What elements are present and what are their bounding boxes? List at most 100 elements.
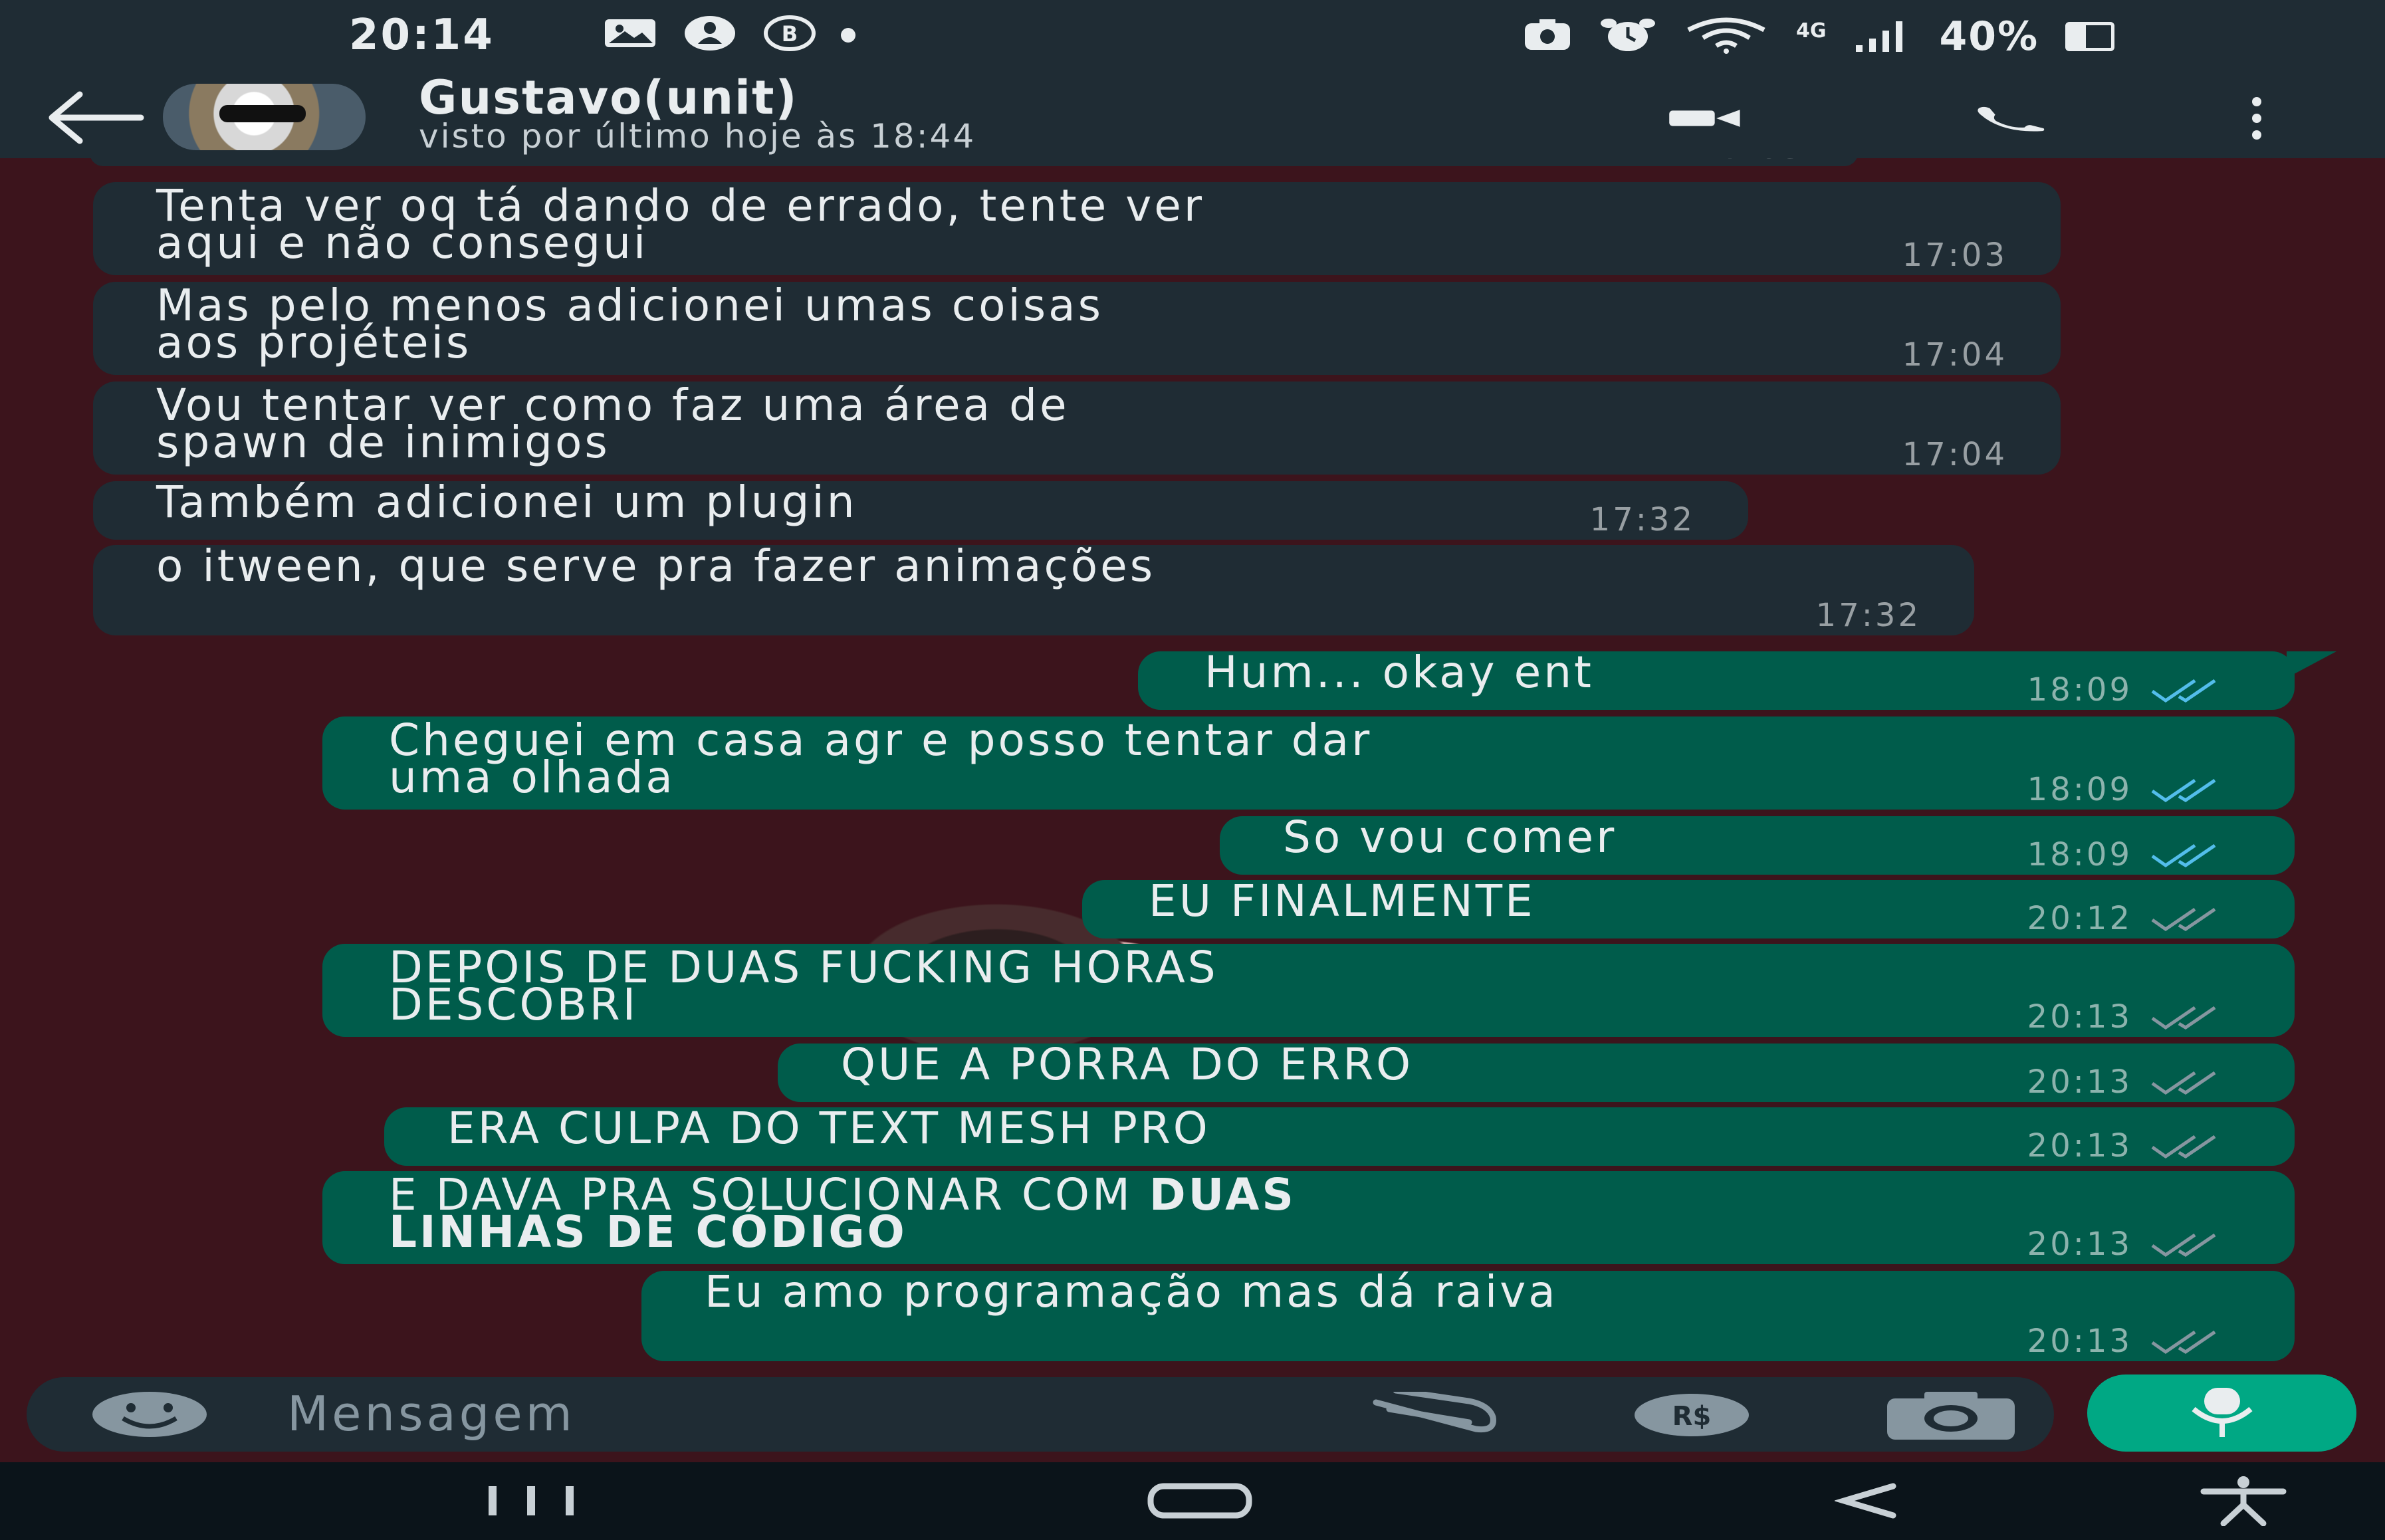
read-ticks-icon: [2151, 778, 2216, 803]
message-text: QUE A PORRA DO ERRO: [841, 1039, 1414, 1090]
message-input[interactable]: [286, 1386, 1286, 1441]
chat-messages-area[interactable]: 17:03 Tenta ver oq tá dando de errado, t…: [0, 158, 2385, 1375]
alarm-icon: [1599, 17, 1656, 56]
message-bubble-outgoing[interactable]: So vou comer 18:09: [1220, 816, 2295, 875]
delivered-ticks-icon: [2151, 1006, 2216, 1030]
message-bubble-incoming[interactable]: Vou tentar ver como faz uma área de spaw…: [93, 382, 2061, 475]
accessibility-button[interactable]: [2194, 1474, 2293, 1527]
screenshot-icon: [1522, 18, 1573, 55]
camera-icon: [1887, 1392, 2015, 1440]
payment-button[interactable]: R$: [1632, 1392, 1752, 1438]
emoji-icon: [92, 1392, 207, 1437]
message-bubble-outgoing[interactable]: Cheguei em casa agr e posso tentar dar u…: [322, 716, 2295, 810]
message-bubble-incoming[interactable]: Mas pelo menos adicionei umas coisas aos…: [93, 282, 2061, 375]
message-bubble-outgoing[interactable]: ERA CULPA DO TEXT MESH PRO 20:13: [384, 1107, 2295, 1166]
battery-level-fill: [2069, 25, 2086, 48]
camera-button[interactable]: [1884, 1389, 2017, 1442]
partial-time: 17:03: [1700, 158, 1805, 166]
battery-icon: [2065, 22, 2115, 51]
dot-icon: [841, 28, 855, 43]
network-type-label: 4G: [1796, 19, 1827, 43]
delivered-ticks-icon: [2151, 1071, 2216, 1095]
recent-apps-icon: [489, 1486, 574, 1515]
message-bubble-outgoing[interactable]: Eu amo programação mas dá raiva 20:13: [641, 1266, 2295, 1361]
emoji-button[interactable]: [90, 1389, 209, 1440]
wifi-icon: [1683, 17, 1769, 56]
home-icon: [1147, 1483, 1252, 1519]
message-time: 20:13: [2027, 1127, 2132, 1164]
svg-text:B: B: [782, 21, 798, 47]
message-text: EU FINALMENTE: [1149, 875, 1535, 927]
back-button[interactable]: [47, 88, 146, 148]
message-bubble-outgoing[interactable]: DEPOIS DE DUAS FUCKING HORAS DESCOBRI 20…: [322, 944, 2295, 1037]
message-bubble-outgoing[interactable]: EU FINALMENTE 20:12: [1082, 875, 2295, 938]
message-time: 20:13: [2027, 998, 2132, 1036]
message-bubble-outgoing[interactable]: QUE A PORRA DO ERRO 20:13: [778, 1039, 2295, 1102]
voice-message-button[interactable]: [2087, 1375, 2356, 1452]
b-badge-icon: B: [761, 15, 818, 52]
delivered-ticks-icon: [2151, 1233, 2216, 1258]
back-arrow-icon: [49, 91, 144, 144]
avatar-sunglasses-detail: [219, 105, 306, 122]
bubble-tail: [2287, 651, 2336, 678]
system-navigation-bar: [0, 1462, 2385, 1540]
message-time: 17:04: [1902, 336, 2007, 374]
status-notification-icons: B: [602, 15, 855, 52]
status-system-icons: 4G 40%: [1522, 13, 2115, 60]
message-time: 18:09: [2027, 836, 2132, 873]
battery-percent: 40%: [1939, 13, 2039, 60]
image-notification-icon: [602, 15, 659, 52]
message-text: DEPOIS DE DUAS FUCKING HORAS DESCOBRI: [389, 942, 1218, 1030]
message-bubble-incoming[interactable]: Tenta ver oq tá dando de errado, tente v…: [93, 182, 2061, 275]
delivered-ticks-icon: [2151, 1330, 2216, 1355]
message-text: E DAVA PRA SOLUCIONAR COM DUAS LINHAS DE …: [389, 1173, 2184, 1254]
payment-icon: R$: [1635, 1394, 1749, 1436]
status-bar: 20:14 B 4G 40%: [0, 0, 2385, 73]
message-bubble-incoming[interactable]: o itween, que serve pra fazer animações …: [93, 540, 1974, 635]
message-text: Hum... okay ent: [1204, 647, 1594, 698]
message-text: Eu amo programação mas dá raiva: [705, 1266, 1558, 1317]
chat-header: Gustavo(unit) visto por último hoje às 1…: [0, 70, 2385, 158]
phone-call-icon: [1978, 106, 2045, 132]
video-call-button[interactable]: [1668, 93, 1742, 144]
home-button[interactable]: [1143, 1474, 1256, 1527]
read-ticks-icon: [2151, 679, 2216, 703]
message-time: 17:32: [1815, 597, 1921, 634]
svg-text:R$: R$: [1672, 1401, 1712, 1432]
message-time: 17:32: [1589, 501, 1695, 538]
read-ticks-icon: [2151, 843, 2216, 868]
recent-apps-button[interactable]: [479, 1474, 585, 1527]
message-time: 20:12: [2027, 900, 2132, 937]
message-text: Mas pelo menos adicionei umas coisas aos…: [156, 280, 1104, 368]
signal-icon: [1853, 19, 1913, 55]
message-time: 18:09: [2027, 771, 2132, 808]
video-call-icon: [1669, 110, 1740, 127]
message-time: 20:13: [2027, 1063, 2132, 1101]
kebab-menu-icon: [2252, 97, 2261, 140]
message-text: Cheguei em casa agr e posso tentar dar u…: [389, 715, 1373, 803]
message-text: Vou tentar ver como faz uma área de spaw…: [156, 380, 1070, 468]
message-time: 17:03: [1902, 237, 2007, 274]
message-text-bold: DUAS: [1149, 1169, 1296, 1220]
back-nav-button[interactable]: [1821, 1474, 1914, 1527]
message-text: ERA CULPA DO TEXT MESH PRO: [447, 1103, 1210, 1154]
message-bubble-incoming[interactable]: 17:03: [90, 158, 1858, 166]
accessibility-icon: [2200, 1476, 2287, 1526]
message-text: Também adicionei um plugin: [156, 477, 857, 528]
last-seen-status: visto por último hoje às 18:44: [419, 117, 976, 156]
attach-icon: [1373, 1387, 1496, 1433]
message-text-bold: LINHAS DE CÓDIGO: [389, 1206, 907, 1258]
status-time: 20:14: [349, 11, 495, 60]
attach-button[interactable]: [1363, 1387, 1502, 1438]
message-bubble-incoming[interactable]: Também adicionei um plugin 17:32: [93, 481, 1748, 540]
message-composer: R$: [27, 1377, 2054, 1452]
message-text: So vou comer: [1283, 812, 1617, 863]
contact-avatar[interactable]: [163, 84, 366, 150]
message-text: o itween, que serve pra fazer animações: [156, 540, 1156, 592]
message-bubble-outgoing[interactable]: Hum... okay ent 18:09: [1138, 651, 2295, 710]
phone-call-button[interactable]: [1974, 93, 2047, 144]
message-time: 17:04: [1902, 436, 2007, 473]
more-options-button[interactable]: [2220, 93, 2293, 144]
message-bubble-outgoing[interactable]: E DAVA PRA SOLUCIONAR COM DUAS LINHAS DE …: [322, 1171, 2295, 1264]
contacts-notification-icon: [681, 15, 738, 52]
